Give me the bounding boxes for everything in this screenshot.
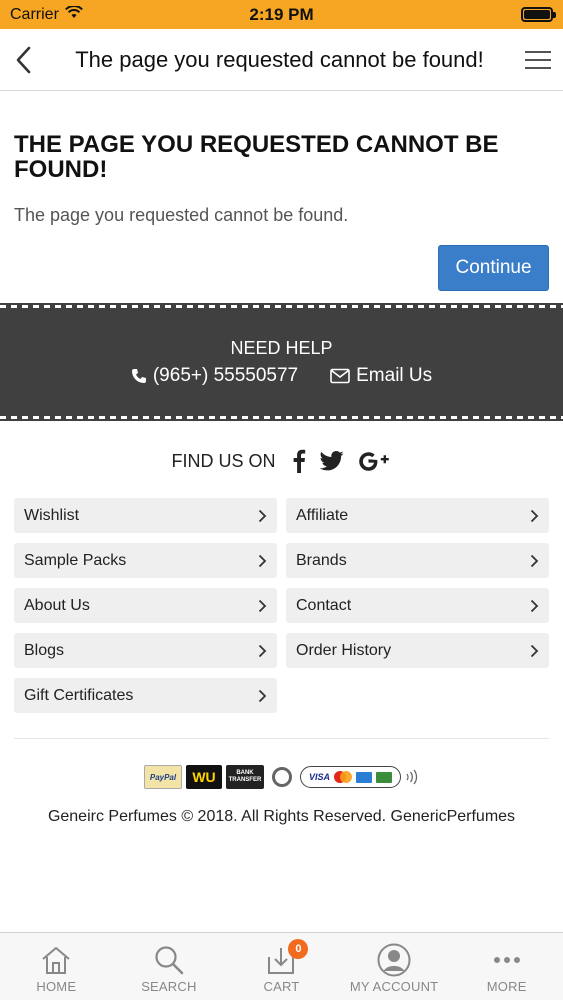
status-time: 2:19 PM <box>249 4 314 24</box>
chevron-left-icon <box>16 46 31 73</box>
hamburger-icon <box>525 50 551 69</box>
carrier-label: Carrier <box>10 5 59 23</box>
status-bar: Carrier 2:19 PM <box>0 0 563 29</box>
battery-level <box>524 10 550 19</box>
footer-divider <box>14 738 549 739</box>
tab-label: SEARCH <box>141 979 197 994</box>
bank-transfer-logo: BANK TRANSFER <box>225 765 264 789</box>
link-contact[interactable]: Contact <box>286 588 549 623</box>
card-icon <box>376 771 392 783</box>
contactless-icon <box>406 769 418 785</box>
nav-bar: The page you requested cannot be found! <box>0 29 563 91</box>
phone-icon <box>131 369 146 383</box>
menu-button[interactable] <box>513 29 563 91</box>
chevron-right-icon <box>530 554 539 567</box>
search-icon <box>153 943 185 977</box>
link-wishlist[interactable]: Wishlist <box>14 498 277 533</box>
tab-search[interactable]: SEARCH <box>113 933 226 1000</box>
continue-button[interactable]: Continue <box>438 245 549 291</box>
page-heading: THE PAGE YOU REQUESTED CANNOT BE FOUND! <box>14 131 499 183</box>
link-brands[interactable]: Brands <box>286 543 549 578</box>
chevron-right-icon <box>258 599 267 612</box>
twitter-icon[interactable] <box>319 448 344 474</box>
battery-icon <box>521 7 556 22</box>
email-link[interactable]: Email Us <box>330 365 432 387</box>
nav-title: The page you requested cannot be found! <box>75 46 484 72</box>
link-about-us[interactable]: About Us <box>14 588 277 623</box>
help-band: NEED HELP (965+) 55550577 Email Us <box>0 303 563 421</box>
page-message: The page you requested cannot be found. <box>14 205 349 225</box>
tab-label: HOME <box>36 979 77 994</box>
chevron-right-icon <box>258 644 267 657</box>
visa-logo: VISA <box>308 772 330 782</box>
link-label: Blogs <box>24 641 65 659</box>
chevron-right-icon <box>258 509 267 522</box>
help-title: NEED HELP <box>230 338 333 358</box>
tab-label: MY ACCOUNT <box>349 979 439 994</box>
phone-link[interactable]: (965+) 55550577 <box>131 365 298 387</box>
help-contacts: (965+) 55550577 Email Us <box>0 365 563 387</box>
email-label: Email Us <box>356 365 433 386</box>
link-sample-packs[interactable]: Sample Packs <box>14 543 277 578</box>
cart-count-badge: 0 <box>288 939 309 959</box>
link-label: About Us <box>24 596 90 614</box>
link-label: Order History <box>296 641 392 659</box>
link-label: Affiliate <box>296 506 349 524</box>
google-plus-icon[interactable] <box>358 448 392 474</box>
more-icon <box>492 943 522 977</box>
account-icon <box>377 943 411 977</box>
chevron-right-icon <box>530 644 539 657</box>
link-label: Sample Packs <box>24 551 127 569</box>
chevron-right-icon <box>258 689 267 702</box>
link-label: Gift Certificates <box>24 686 134 704</box>
link-label: Wishlist <box>24 506 80 524</box>
western-union-logo: WU <box>185 765 222 789</box>
cards-group: VISA <box>299 766 401 788</box>
tab-label: CART <box>263 979 300 994</box>
payment-methods: PayPal WU BANK TRANSFER VISA <box>0 765 563 789</box>
tab-more[interactable]: MORE <box>450 933 563 1000</box>
copyright-text: Geneirc Perfumes © 2018. All Rights Rese… <box>47 808 516 825</box>
coin-icon <box>271 767 292 787</box>
back-button[interactable] <box>0 29 46 91</box>
facebook-icon[interactable] <box>292 448 306 474</box>
social-label: FIND US ON <box>171 450 276 471</box>
tab-bar: HOME SEARCH 0 CART MY ACCOUNT MORE <box>0 932 563 1000</box>
link-label: Brands <box>296 551 347 569</box>
wifi-icon <box>64 4 83 24</box>
chevron-right-icon <box>258 554 267 567</box>
tab-cart[interactable]: 0 CART <box>225 933 338 1000</box>
link-label: Contact <box>296 596 352 614</box>
chevron-right-icon <box>530 509 539 522</box>
tab-label: MORE <box>486 979 527 994</box>
home-icon <box>40 943 72 977</box>
tab-my-account[interactable]: MY ACCOUNT <box>338 933 451 1000</box>
tab-home[interactable]: HOME <box>0 933 113 1000</box>
link-gift-certificates[interactable]: Gift Certificates <box>14 678 277 713</box>
chevron-right-icon <box>530 599 539 612</box>
status-left: Carrier <box>10 4 83 24</box>
link-order-history[interactable]: Order History <box>286 633 549 668</box>
phone-number: (965+) 55550577 <box>152 365 299 386</box>
cart-icon: 0 <box>266 939 309 977</box>
amex-icon <box>356 771 372 783</box>
link-blogs[interactable]: Blogs <box>14 633 277 668</box>
envelope-icon <box>330 368 350 384</box>
paypal-logo: PayPal <box>143 765 182 789</box>
mastercard-icon <box>334 771 352 783</box>
social-row: FIND US ON <box>0 448 563 474</box>
link-affiliate[interactable]: Affiliate <box>286 498 549 533</box>
